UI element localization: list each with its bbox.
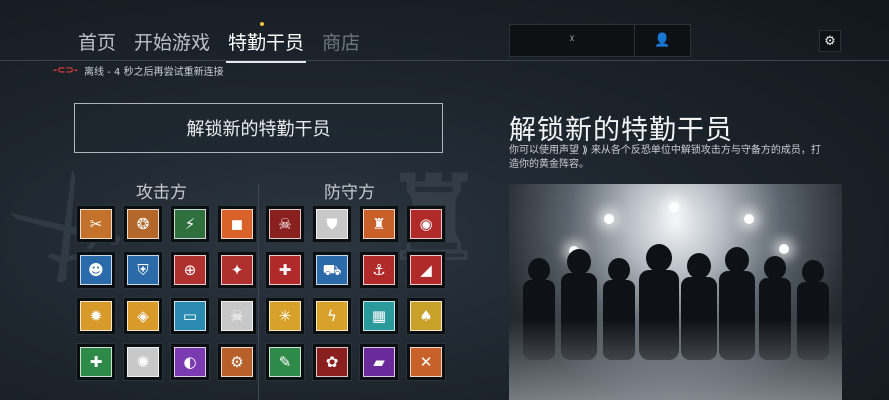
gear-icon: ⚙ bbox=[824, 33, 836, 49]
defender-operator-tile[interactable]: ▦ bbox=[359, 297, 399, 335]
defender-operator-tile[interactable]: ✎ bbox=[265, 343, 305, 381]
attacker-operator-icon: ✹ bbox=[80, 301, 112, 331]
attacker-operator-icon: ☠ bbox=[221, 301, 253, 331]
panel-title: 解锁新的特勤干员 bbox=[509, 115, 733, 146]
defender-operator-tile[interactable]: ⛟ bbox=[312, 251, 352, 289]
defender-operator-icon: ⛊ bbox=[316, 209, 348, 239]
defender-operator-tile[interactable]: ⛊ bbox=[312, 205, 352, 243]
attacker-operator-tile[interactable]: ✚ bbox=[76, 343, 116, 381]
attacker-operator-tile[interactable]: ▭ bbox=[170, 297, 210, 335]
account-bar: ᵡ 👤 bbox=[509, 24, 691, 57]
defender-operator-icon: ☠ bbox=[269, 209, 301, 239]
desc-text-1: 你可以使用声望 bbox=[509, 145, 579, 156]
attacker-operator-tile[interactable]: ◐ bbox=[170, 343, 210, 381]
tab-store[interactable]: 商店 bbox=[320, 26, 362, 63]
attacker-operator-tile[interactable]: ☠ bbox=[217, 297, 257, 335]
top-navigation: 首页 开始游戏 特勤干员 商店 bbox=[76, 22, 362, 63]
renown-icon: ᵡ bbox=[569, 33, 575, 48]
defender-operator-tile[interactable]: ✿ bbox=[312, 343, 352, 381]
attacker-operator-tile[interactable]: ⊕ bbox=[170, 251, 210, 289]
attacker-operator-tile[interactable]: ⛨ bbox=[123, 251, 163, 289]
attacker-operator-tile[interactable]: ✂ bbox=[76, 205, 116, 243]
attackers-heading: 攻击方 bbox=[136, 183, 187, 203]
tab-operators-label: 特勤干员 bbox=[228, 32, 305, 54]
attacker-operator-tile[interactable]: ◼ bbox=[217, 205, 257, 243]
attacker-operator-tile[interactable]: ✦ bbox=[217, 251, 257, 289]
profile-button[interactable]: 👤 bbox=[634, 25, 690, 56]
attacker-operator-icon: ✦ bbox=[221, 255, 253, 285]
attacker-operator-tile[interactable]: ✹ bbox=[76, 297, 116, 335]
defender-operator-tile[interactable]: ♠ bbox=[406, 297, 446, 335]
attacker-operator-icon: ⚡ bbox=[174, 209, 206, 239]
attacker-operator-icon: ◐ bbox=[174, 347, 206, 377]
defender-operator-tile[interactable]: ◉ bbox=[406, 205, 446, 243]
header-divider bbox=[0, 60, 889, 61]
attacker-operator-tile[interactable]: ❂ bbox=[123, 205, 163, 243]
defenders-grid: ☠ ⛊ ♜ ◉ ✚ ⛟ ⚓ ◢ ✳ ϟ ▦ ♠ ✎ ✿ ▰ ✕ bbox=[265, 205, 446, 381]
notification-dot bbox=[260, 22, 265, 26]
defender-operator-icon: ♠ bbox=[410, 301, 442, 331]
defender-operator-icon: ♜ bbox=[363, 209, 395, 239]
defender-operator-tile[interactable]: ♜ bbox=[359, 205, 399, 243]
disconnected-icon: -⊂⊃- bbox=[53, 65, 79, 76]
renown-inline-icon: ⟫ bbox=[582, 145, 588, 156]
defender-operator-tile[interactable]: ✕ bbox=[406, 343, 446, 381]
user-icon: 👤 bbox=[654, 33, 671, 48]
connection-status: -⊂⊃- 离线 - 4 秒之后再尝试重新连接 bbox=[53, 63, 224, 78]
unlock-operators-label: 解锁新的特勤干员 bbox=[186, 119, 331, 140]
defender-operator-icon: ⛟ bbox=[316, 255, 348, 285]
defender-operator-tile[interactable]: ⚓ bbox=[359, 251, 399, 289]
defender-operator-icon: ◉ bbox=[410, 209, 442, 239]
attacker-operator-icon: ⛨ bbox=[127, 255, 159, 285]
attackers-grid: ✂ ❂ ⚡ ◼ ☻ ⛨ ⊕ ✦ ✹ ◈ ▭ ☠ ✚ ✺ ◐ ⚙ bbox=[76, 205, 257, 381]
attacker-operator-icon: ✚ bbox=[80, 347, 112, 377]
attacker-operator-icon: ❂ bbox=[127, 209, 159, 239]
tab-play[interactable]: 开始游戏 bbox=[132, 26, 212, 63]
attacker-operator-icon: ◼ bbox=[221, 209, 253, 239]
defender-operator-icon: ✳ bbox=[269, 301, 301, 331]
defender-operator-tile[interactable]: ϟ bbox=[312, 297, 352, 335]
operators-promo-image bbox=[509, 184, 842, 400]
settings-button[interactable]: ⚙ bbox=[819, 30, 841, 52]
attacker-operator-icon: ✂ bbox=[80, 209, 112, 239]
defender-operator-tile[interactable]: ☠ bbox=[265, 205, 305, 243]
attacker-operator-tile[interactable]: ✺ bbox=[123, 343, 163, 381]
defender-operator-tile[interactable]: ✳ bbox=[265, 297, 305, 335]
column-divider bbox=[258, 184, 259, 400]
attacker-operator-icon: ▭ bbox=[174, 301, 206, 331]
attacker-operator-tile[interactable]: ⚙ bbox=[217, 343, 257, 381]
defender-operator-icon: ✚ bbox=[269, 255, 301, 285]
defender-operator-tile[interactable]: ▰ bbox=[359, 343, 399, 381]
defender-operator-tile[interactable]: ✚ bbox=[265, 251, 305, 289]
attacker-operator-icon: ☻ bbox=[80, 255, 112, 285]
attacker-operator-tile[interactable]: ☻ bbox=[76, 251, 116, 289]
defender-operator-icon: ✕ bbox=[410, 347, 442, 377]
attacker-operator-icon: ⊕ bbox=[174, 255, 206, 285]
defender-operator-icon: ⚓ bbox=[363, 255, 395, 285]
defender-operator-icon: ✎ bbox=[269, 347, 301, 377]
defender-operator-icon: ✿ bbox=[316, 347, 348, 377]
attacker-operator-icon: ✺ bbox=[127, 347, 159, 377]
defender-operator-icon: ▰ bbox=[363, 347, 395, 377]
attacker-operator-tile[interactable]: ◈ bbox=[123, 297, 163, 335]
attacker-operator-tile[interactable]: ⚡ bbox=[170, 205, 210, 243]
attacker-operator-icon: ⚙ bbox=[221, 347, 253, 377]
panel-description: 你可以使用声望 ⟫ 来从各个反恐单位中解锁攻击方与守备方的成员，打造你的黄金阵容… bbox=[509, 144, 829, 172]
defender-operator-tile[interactable]: ◢ bbox=[406, 251, 446, 289]
defender-operator-icon: ◢ bbox=[410, 255, 442, 285]
attacker-operator-icon: ◈ bbox=[127, 301, 159, 331]
tab-home[interactable]: 首页 bbox=[76, 26, 118, 63]
defender-operator-icon: ϟ bbox=[316, 301, 348, 331]
tab-operators[interactable]: 特勤干员 bbox=[226, 22, 307, 63]
renown-button[interactable]: ᵡ bbox=[510, 25, 634, 56]
unlock-operators-button[interactable]: 解锁新的特勤干员 bbox=[74, 103, 443, 153]
defenders-heading: 防守方 bbox=[324, 183, 375, 203]
status-text: 离线 - 4 秒之后再尝试重新连接 bbox=[84, 67, 224, 78]
defender-operator-icon: ▦ bbox=[363, 301, 395, 331]
